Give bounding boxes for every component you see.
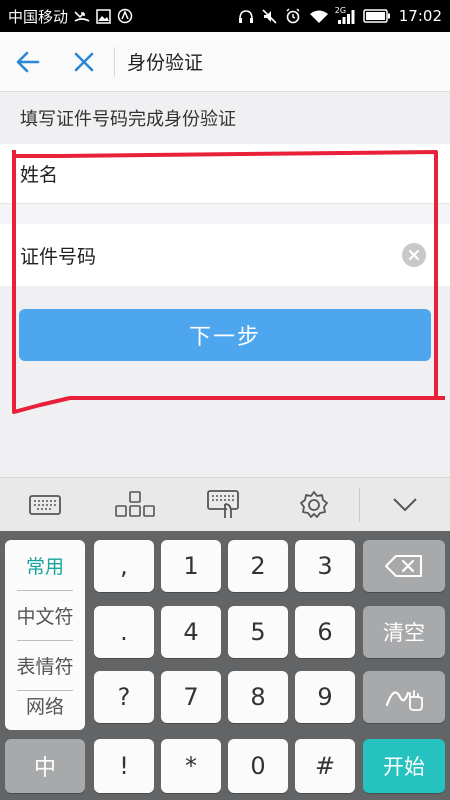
key-question[interactable]: ? <box>94 671 154 723</box>
status-bar: 中国移动 2G 17:02 <box>0 0 450 32</box>
clear-icon <box>408 249 420 261</box>
id-number-field[interactable]: 证件号码 <box>0 224 450 286</box>
key-8[interactable]: 8 <box>228 671 288 723</box>
back-button[interactable] <box>0 32 56 92</box>
mute-icon <box>262 8 277 24</box>
battery-icon <box>363 9 391 23</box>
network-type: 2G <box>334 5 347 15</box>
backspace-icon <box>385 555 422 577</box>
key-period[interactable]: . <box>94 606 154 658</box>
key-comma[interactable]: , <box>94 540 154 592</box>
settings-button[interactable] <box>269 478 359 532</box>
key-6[interactable]: 6 <box>295 606 355 658</box>
handwriting-keyboard-icon <box>207 489 240 518</box>
keyboard-icon <box>28 494 61 515</box>
signal-icon: 2G <box>334 5 355 24</box>
key-7[interactable]: 7 <box>161 671 221 723</box>
close-icon <box>74 52 94 71</box>
side-item-chinese-symbols[interactable]: 中文符 <box>5 590 85 640</box>
next-step-button[interactable]: 下一步 <box>19 309 431 361</box>
keyboard-switch-button[interactable] <box>0 478 90 532</box>
close-button[interactable] <box>56 32 112 92</box>
name-label: 姓名 <box>20 164 59 186</box>
side-item-common[interactable]: 常用 <box>5 540 85 590</box>
symbol-side-panel: 常用 中文符 表情符 网络 <box>5 540 85 730</box>
key-5[interactable]: 5 <box>228 606 288 658</box>
key-2[interactable]: 2 <box>228 540 288 592</box>
clear-input-button[interactable] <box>402 243 426 267</box>
key-9[interactable]: 9 <box>295 671 355 723</box>
chevron-down-icon <box>393 497 417 511</box>
gesture-key[interactable] <box>363 671 445 723</box>
field-spacer <box>0 204 450 224</box>
alarm-icon <box>285 8 301 24</box>
key-hash[interactable]: # <box>295 739 355 793</box>
id-number-label: 证件号码 <box>20 245 97 268</box>
id-number-input[interactable] <box>120 224 390 286</box>
appbar-divider <box>114 46 115 77</box>
wifi-icon <box>309 9 329 24</box>
headphones-icon <box>238 9 254 24</box>
gesture-swipe-icon <box>385 690 423 711</box>
key-star[interactable]: * <box>161 739 221 793</box>
chinese-mode-key[interactable]: 中 <box>5 739 85 793</box>
side-item-network[interactable]: 网络 <box>5 680 85 730</box>
key-3[interactable]: 3 <box>295 540 355 592</box>
cursor-navigation-button[interactable] <box>90 478 180 532</box>
name-field[interactable]: 姓名 <box>0 144 450 204</box>
numeric-keyboard: 常用 中文符 表情符 网络 , 1 2 3 . 4 5 6 清空 ? 7 8 9… <box>0 531 450 800</box>
key-4[interactable]: 4 <box>161 606 221 658</box>
hide-keyboard-button[interactable] <box>360 478 450 532</box>
start-key[interactable]: 开始 <box>363 739 445 793</box>
key-0[interactable]: 0 <box>228 739 288 793</box>
handwriting-button[interactable] <box>180 478 270 532</box>
carrier-name: 中国移动 <box>8 7 69 26</box>
keyboard-toolbar <box>0 477 450 531</box>
name-input[interactable] <box>120 144 390 203</box>
app-notification-icon <box>117 8 133 24</box>
form-instruction: 填写证件号码完成身份验证 <box>20 109 236 130</box>
app-bar: 身份验证 <box>0 32 450 92</box>
clock: 17:02 <box>398 7 442 25</box>
arrow-left-icon <box>16 51 40 72</box>
key-exclaim[interactable]: ! <box>94 739 154 793</box>
cursor-navigation-icon <box>114 490 155 517</box>
key-1[interactable]: 1 <box>161 540 221 592</box>
image-icon <box>96 8 111 24</box>
backspace-key[interactable] <box>363 540 445 592</box>
gear-icon <box>300 490 329 518</box>
clear-key[interactable]: 清空 <box>363 606 445 658</box>
missed-call-icon <box>74 9 90 23</box>
page-title: 身份验证 <box>127 52 204 74</box>
